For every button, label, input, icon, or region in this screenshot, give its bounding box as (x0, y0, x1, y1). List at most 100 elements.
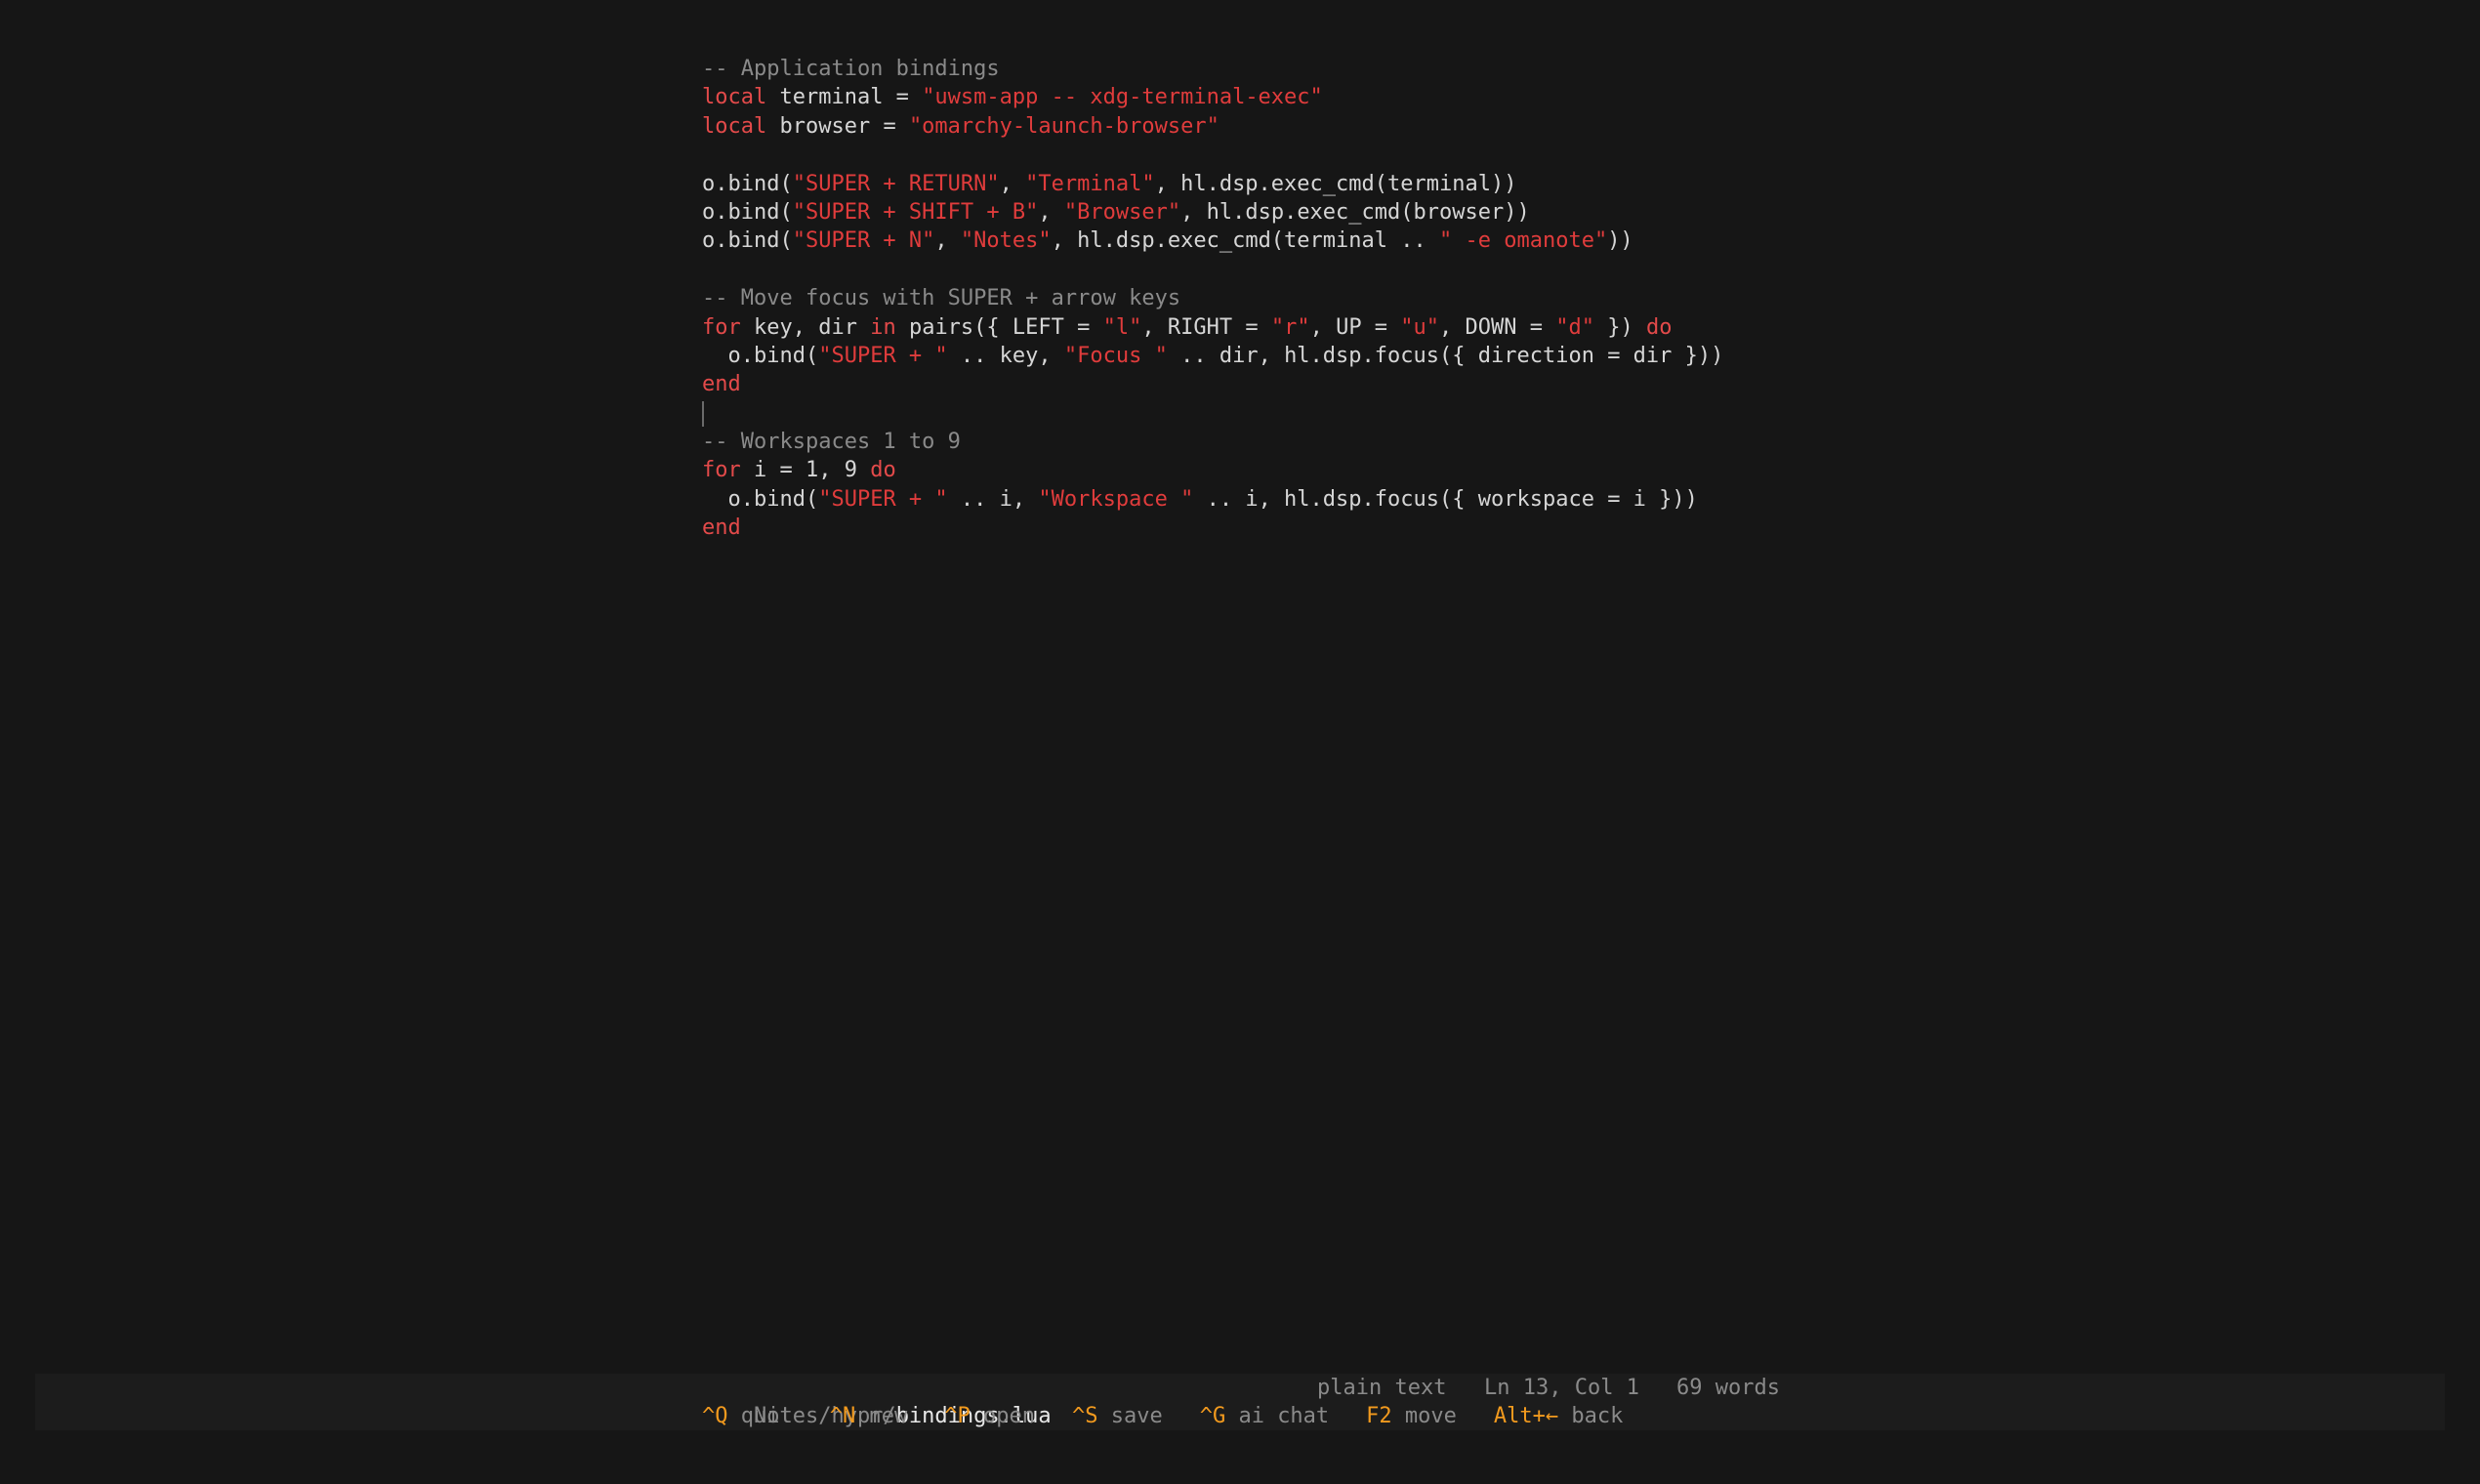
code-line[interactable]: o.bind("SUPER + SHIFT + B", "Browser", h… (702, 198, 2440, 227)
code-line[interactable]: o.bind("SUPER + RETURN", "Terminal", hl.… (702, 170, 2440, 198)
code-token-string: "uwsm-app -- xdg-terminal-exec" (922, 85, 1323, 110)
code-line[interactable] (702, 399, 2440, 428)
code-token-keyword: do (870, 458, 896, 483)
code-token-keyword: local (702, 85, 767, 110)
code-token-string: "SUPER + SHIFT + B" (792, 199, 1039, 225)
code-token-string: "Focus " (1063, 343, 1168, 368)
code-line[interactable] (702, 141, 2440, 169)
code-token-plain: i = 1, 9 (740, 458, 871, 483)
code-token-plain: )) (1607, 228, 1633, 254)
code-token-string: "u" (1400, 314, 1440, 340)
shortcut-key: F2 (1366, 1404, 1392, 1428)
shortcut-quit[interactable]: ^Q quit (702, 1404, 793, 1428)
code-token-plain: o.bind( (702, 199, 793, 225)
code-line[interactable]: o.bind("SUPER + " .. key, "Focus " .. di… (702, 342, 2440, 370)
shortcut-new[interactable]: ^N new (830, 1404, 908, 1428)
code-token-plain: .. i, hl.dsp.focus({ workspace = i })) (1193, 486, 1698, 512)
code-token-keyword: end (702, 372, 741, 397)
code-line[interactable]: -- Application bindings (702, 55, 2440, 83)
shortcut-action: back (1571, 1404, 1624, 1428)
code-token-string: "SUPER + RETURN" (792, 171, 1000, 196)
code-line[interactable]: -- Workspaces 1 to 9 (702, 428, 2440, 456)
code-token-string: "Notes" (960, 228, 1052, 254)
code-token-plain: .. i, (947, 486, 1039, 512)
shortcut-key: ^N (829, 1404, 856, 1428)
shortcut-key: ^G (1199, 1404, 1226, 1428)
shortcut-bar: ^Q quit ^N new ^P open ^S save ^G ai chat F2 … (702, 1402, 1660, 1430)
code-line[interactable]: for key, dir in pairs({ LEFT = "l", RIGH… (702, 313, 2440, 342)
shortcut-action: new (868, 1404, 908, 1428)
status-bar: Notes/hypr/bindings.lua plain text Ln 13… (35, 1374, 2445, 1430)
code-line[interactable]: local browser = "omarchy-launch-browser" (702, 112, 2440, 141)
code-token-string: "Workspace " (1038, 486, 1194, 512)
shortcut-key: ^P (944, 1404, 971, 1428)
code-token-plain: , DOWN = (1439, 314, 1556, 340)
code-line[interactable]: for i = 1, 9 do (702, 456, 2440, 484)
shortcut-key: ^Q (702, 1404, 728, 1428)
shortcut-action: ai chat (1238, 1404, 1330, 1428)
code-token-plain: , (1038, 199, 1064, 225)
code-token-plain: , hl.dsp.exec_cmd(browser)) (1180, 199, 1530, 225)
code-token-plain: .. dir, hl.dsp.focus({ direction = dir }… (1167, 343, 1724, 368)
shortcut-key: Alt+← (1493, 1404, 1559, 1428)
code-token-string: "d" (1555, 314, 1595, 340)
code-line[interactable]: end (702, 514, 2440, 542)
code-token-keyword: for (702, 458, 741, 483)
code-token-keyword: do (1646, 314, 1673, 340)
shortcut-action: save (1110, 1404, 1163, 1428)
code-token-plain: pairs({ LEFT = (895, 314, 1103, 340)
shortcut-action: open (982, 1404, 1035, 1428)
code-token-string: "r" (1270, 314, 1310, 340)
code-token-plain: , UP = (1309, 314, 1401, 340)
code-line[interactable]: end (702, 370, 2440, 398)
code-token-keyword: in (870, 314, 896, 340)
code-token-comment: -- Workspaces 1 to 9 (702, 430, 961, 455)
code-token-plain: terminal = (766, 85, 923, 110)
shortcut-back[interactable]: Alt+← back (1494, 1404, 1623, 1428)
text-cursor (702, 400, 704, 427)
file-type-label: plain text (1317, 1376, 1447, 1400)
shortcut-ai-chat[interactable]: ^G ai chat (1200, 1404, 1329, 1428)
code-line[interactable]: -- Move focus with SUPER + arrow keys (702, 284, 2440, 312)
shortcut-action: move (1404, 1404, 1457, 1428)
shortcut-action: quit (740, 1404, 793, 1428)
code-token-plain: o.bind( (702, 171, 793, 196)
code-token-string: "omarchy-launch-browser" (908, 113, 1219, 139)
status-info-row: Notes/hypr/bindings.lua (702, 1374, 1052, 1428)
code-token-string: "l" (1102, 314, 1142, 340)
code-token-plain: o.bind( (702, 228, 793, 254)
code-token-keyword: for (702, 314, 741, 340)
cursor-position: Ln 13, Col 1 (1484, 1376, 1639, 1400)
code-token-plain: , (999, 171, 1026, 196)
code-token-string: "SUPER + N" (792, 228, 935, 254)
code-line[interactable] (702, 256, 2440, 284)
code-token-keyword: local (702, 113, 767, 139)
code-token-plain: , RIGHT = (1141, 314, 1271, 340)
code-token-string: "SUPER + " (818, 486, 948, 512)
code-line[interactable]: local terminal = "uwsm-app -- xdg-termin… (702, 83, 2440, 111)
code-token-string: "Browser" (1063, 199, 1181, 225)
code-token-plain: o.bind( (702, 486, 819, 512)
code-token-comment: -- Move focus with SUPER + arrow keys (702, 286, 1181, 311)
code-token-plain: o.bind( (702, 343, 819, 368)
code-token-plain: key, dir (740, 314, 871, 340)
word-count: 69 words (1676, 1376, 1780, 1400)
code-token-string: " -e omanote" (1439, 228, 1608, 254)
code-token-plain: browser = (766, 113, 909, 139)
shortcut-save[interactable]: ^S save (1072, 1404, 1163, 1428)
code-token-plain: , hl.dsp.exec_cmd(terminal .. (1051, 228, 1439, 254)
shortcut-move[interactable]: F2 move (1366, 1404, 1457, 1428)
code-token-plain: }) (1594, 314, 1646, 340)
code-token-plain: .. key, (947, 343, 1064, 368)
shortcut-key: ^S (1071, 1404, 1098, 1428)
code-token-keyword: end (702, 515, 741, 541)
code-editor[interactable]: -- Application bindings local terminal = … (702, 55, 2440, 543)
code-token-comment: -- Application bindings (702, 57, 1000, 81)
shortcut-open[interactable]: ^P open (944, 1404, 1035, 1428)
code-token-string: "SUPER + " (818, 343, 948, 368)
code-line[interactable]: o.bind("SUPER + " .. i, "Workspace " .. … (702, 485, 2440, 514)
code-token-plain: , (934, 228, 961, 254)
code-token-string: "Terminal" (1025, 171, 1155, 196)
code-line[interactable]: o.bind("SUPER + N", "Notes", hl.dsp.exec… (702, 227, 2440, 255)
code-token-plain: , hl.dsp.exec_cmd(terminal)) (1154, 171, 1517, 196)
